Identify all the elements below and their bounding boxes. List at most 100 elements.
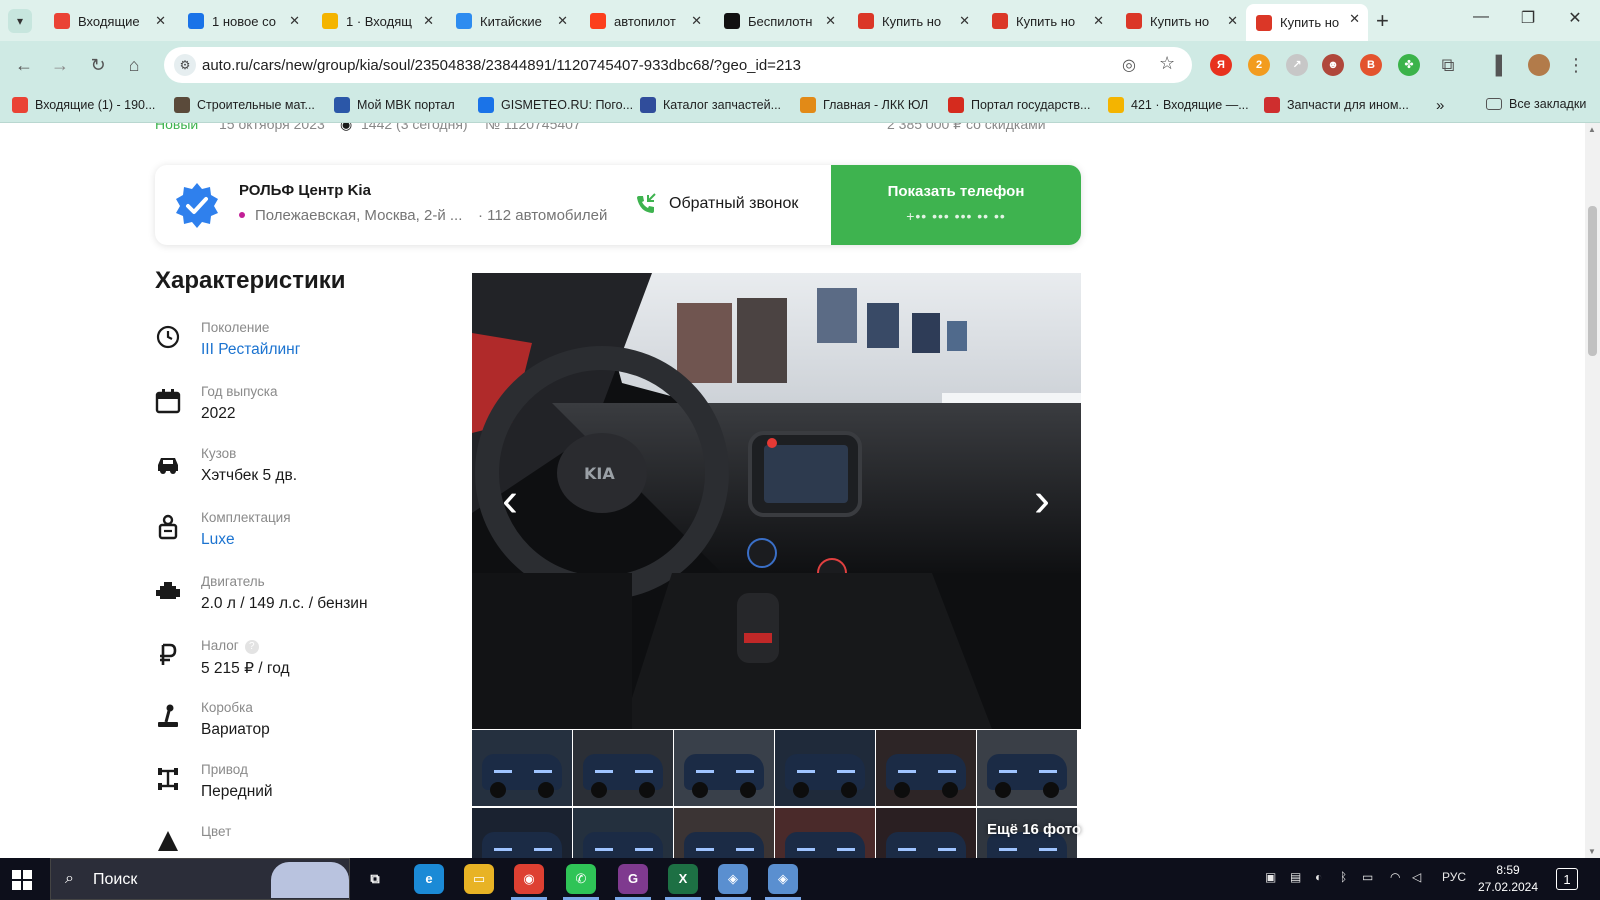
- edge-icon[interactable]: e: [414, 864, 444, 894]
- arrow-ext-icon[interactable]: ↗: [1286, 54, 1308, 76]
- menu-kebab-icon[interactable]: ⋮: [1564, 53, 1588, 77]
- profile-avatar[interactable]: [1528, 54, 1550, 76]
- eye-off-icon[interactable]: ◎: [1122, 55, 1136, 75]
- wifi-icon[interactable]: ◠: [1390, 870, 1400, 884]
- bookmark-item[interactable]: Запчасти для ином...: [1264, 97, 1409, 113]
- tray-chat-icon[interactable]: ◐: [1315, 870, 1322, 884]
- bookmark-star-icon[interactable]: ☆: [1159, 53, 1175, 74]
- file-explorer-icon[interactable]: ▭: [464, 864, 494, 894]
- pdf-app-icon[interactable]: G: [618, 864, 648, 894]
- gallery-thumbnail[interactable]: [876, 808, 976, 858]
- gallery-thumbnail[interactable]: [573, 730, 673, 806]
- tab-close-icon[interactable]: ✕: [825, 13, 836, 29]
- browser-tab[interactable]: Купить но ✕: [982, 6, 1112, 36]
- tab-close-icon[interactable]: ✕: [289, 13, 300, 29]
- side-panel-icon[interactable]: ▌: [1490, 53, 1514, 77]
- bookmarks-overflow-button[interactable]: »: [1436, 97, 1444, 114]
- back-arrow-icon[interactable]: ←: [12, 53, 36, 77]
- extensions-puzzle-icon[interactable]: ⧉: [1436, 53, 1460, 77]
- task-view-icon[interactable]: ⧉: [360, 864, 390, 894]
- tab-close-icon[interactable]: ✕: [691, 13, 702, 29]
- main-photo[interactable]: KIA ‹ ›: [472, 273, 1081, 729]
- bookmark-item[interactable]: Каталог запчастей...: [640, 97, 781, 113]
- browser-tab[interactable]: Купить но ✕: [1116, 6, 1246, 36]
- gallery-thumbnail[interactable]: [876, 730, 976, 806]
- yandex-ext-icon[interactable]: Я: [1210, 54, 1232, 76]
- dealer-name[interactable]: РОЛЬФ Центр Kia: [239, 182, 371, 199]
- gallery-thumbnail[interactable]: [674, 808, 774, 858]
- browser-tab[interactable]: Входящие ✕: [44, 6, 174, 36]
- gallery-thumbnail[interactable]: [674, 730, 774, 806]
- browser-tab[interactable]: Беспилотн ✕: [714, 6, 844, 36]
- reload-icon[interactable]: ↻: [86, 53, 110, 77]
- close-window-button[interactable]: ✕: [1560, 8, 1590, 28]
- bluetooth-icon[interactable]: ᛒ: [1340, 870, 1347, 884]
- minimize-button[interactable]: —: [1466, 8, 1496, 26]
- badge-ext-icon[interactable]: ☻: [1322, 54, 1344, 76]
- excel-icon[interactable]: X: [668, 864, 698, 894]
- windows-start-icon[interactable]: [12, 870, 32, 890]
- bookmark-item[interactable]: Портал государств...: [948, 97, 1090, 113]
- bookmark-item[interactable]: Входящие (1) - 190...: [12, 97, 155, 113]
- tray-network-app-icon[interactable]: ▤: [1290, 870, 1301, 884]
- bookmark-item[interactable]: GISMETEO.RU: Пого...: [478, 97, 633, 113]
- url-text[interactable]: auto.ru/cars/new/group/kia/soul/23504838…: [202, 57, 801, 74]
- language-indicator[interactable]: РУС: [1442, 870, 1466, 884]
- spec-value[interactable]: Luxe: [201, 531, 235, 549]
- adblock-ext-icon[interactable]: 2: [1248, 54, 1270, 76]
- b-ext-icon[interactable]: B: [1360, 54, 1382, 76]
- bookmark-item[interactable]: Строительные мат...: [174, 97, 315, 113]
- page-scrollbar[interactable]: ▲ ▼: [1585, 123, 1600, 858]
- address-bar[interactable]: ⚙ auto.ru/cars/new/group/kia/soul/235048…: [164, 47, 1192, 83]
- gallery-prev-arrow[interactable]: ‹: [490, 473, 530, 533]
- tab-close-icon[interactable]: ✕: [423, 13, 434, 29]
- gallery-thumbnail[interactable]: [472, 808, 572, 858]
- tray-app-icon[interactable]: ▣: [1265, 870, 1276, 884]
- browser-tab[interactable]: автопилот ✕: [580, 6, 710, 36]
- more-photos-label[interactable]: Ещё 16 фото: [987, 821, 1081, 838]
- browser-tab[interactable]: Купить но ✕: [1246, 4, 1368, 41]
- tab-close-icon[interactable]: ✕: [155, 13, 166, 29]
- tab-close-icon[interactable]: ✕: [1349, 11, 1360, 27]
- tab-close-icon[interactable]: ✕: [557, 13, 568, 29]
- dealer-cars-count[interactable]: · 112 автомобилей: [478, 207, 607, 224]
- whatsapp-icon[interactable]: ✆: [566, 864, 596, 894]
- tab-close-icon[interactable]: ✕: [959, 13, 970, 29]
- gallery-thumbnail[interactable]: [977, 730, 1077, 806]
- callback-button[interactable]: Обратный звонок: [635, 193, 798, 215]
- bookmark-item[interactable]: Главная - ЛКК ЮЛ: [800, 97, 928, 113]
- tab-search-button[interactable]: ▾: [8, 9, 32, 33]
- gallery-next-arrow[interactable]: ›: [1022, 473, 1062, 533]
- tax-help-icon[interactable]: ?: [244, 640, 259, 654]
- scrollbar-thumb[interactable]: [1588, 206, 1597, 356]
- gallery-thumbnail[interactable]: [472, 730, 572, 806]
- bookmark-item[interactable]: Мой МВК портал: [334, 97, 455, 113]
- spec-value[interactable]: III Рестайлинг: [201, 341, 300, 359]
- browser-tab[interactable]: Китайские ✕: [446, 6, 576, 36]
- show-phone-button[interactable]: Показать телефон +•• ••• ••• •• ••: [831, 165, 1081, 245]
- tab-close-icon[interactable]: ✕: [1093, 13, 1104, 29]
- tab-close-icon[interactable]: ✕: [1227, 13, 1238, 29]
- bookmark-item[interactable]: 421 · Входящие —...: [1108, 97, 1249, 113]
- taskbar-search-box[interactable]: ⌕ Поиск: [50, 858, 350, 900]
- all-bookmarks-button[interactable]: Все закладки: [1486, 97, 1586, 111]
- remote-app-icon[interactable]: ◈: [718, 864, 748, 894]
- volume-icon[interactable]: ◁: [1412, 870, 1421, 884]
- system-clock[interactable]: 8:59 27.02.2024: [1468, 862, 1548, 896]
- notifications-icon[interactable]: 1: [1556, 868, 1578, 890]
- battery-icon[interactable]: ▭: [1362, 870, 1373, 884]
- restore-button[interactable]: ❐: [1513, 8, 1543, 28]
- forward-arrow-icon[interactable]: →: [48, 53, 72, 77]
- scroll-up-icon[interactable]: ▲: [1588, 125, 1596, 134]
- scroll-down-icon[interactable]: ▼: [1588, 847, 1596, 856]
- price-with-discounts[interactable]: 2 385 000 ₽ со скидками: [887, 123, 1046, 133]
- site-info-icon[interactable]: ⚙: [174, 54, 196, 76]
- home-icon[interactable]: ⌂: [122, 53, 146, 77]
- remote-app-2-icon[interactable]: ◈: [768, 864, 798, 894]
- gallery-thumbnail[interactable]: [573, 808, 673, 858]
- gallery-thumbnail[interactable]: [775, 808, 875, 858]
- new-tab-button[interactable]: +: [1376, 8, 1389, 34]
- chrome-icon[interactable]: ◉: [514, 864, 544, 894]
- gallery-thumbnail[interactable]: [775, 730, 875, 806]
- browser-tab[interactable]: 1 новое со ✕: [178, 6, 308, 36]
